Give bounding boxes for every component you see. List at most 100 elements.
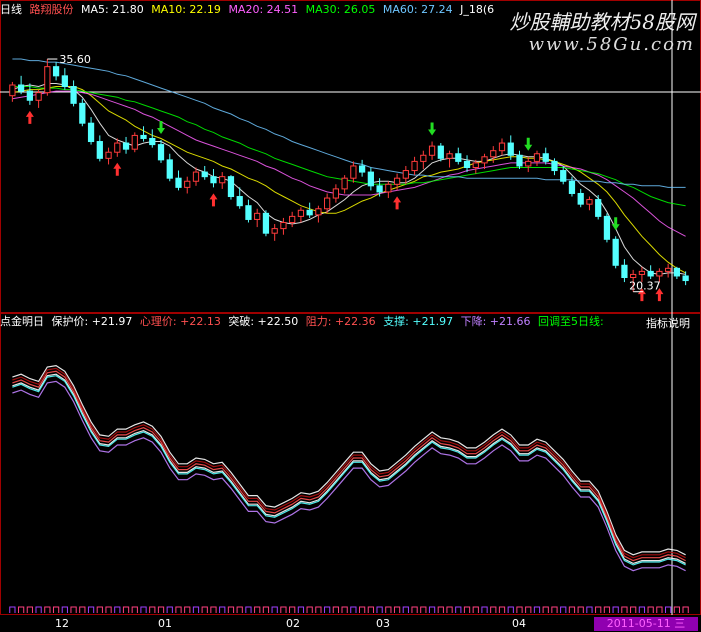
signal-strip-mark [577,606,584,613]
candle-body [533,153,541,162]
signal-strip-mark [140,606,147,613]
indicator-explain-button[interactable]: 指标说明 [646,315,690,331]
candle-body [17,84,25,92]
buy-arrow-icon [25,110,34,124]
signal-strip-mark [245,606,252,613]
x-tick-label: 04 [512,617,526,630]
candle-body [149,137,156,146]
signal-strip-mark [236,606,243,613]
signal-strip-mark [210,606,217,613]
signal-strip-mark [463,606,471,613]
candle-body [289,215,296,223]
signal-strip-mark [201,606,208,613]
candle-body [393,177,401,185]
signal-strip-mark [227,606,235,613]
signal-strip-mark [87,606,95,613]
signal-strip-mark [105,606,112,613]
signal-strip-mark [114,606,121,613]
signal-strip-mark [324,606,331,613]
candle-body [324,197,331,210]
candle-body [44,66,51,94]
signal-strip-mark [52,606,60,613]
candle-body [131,134,138,150]
signal-strip-mark [280,606,287,613]
signal-strip-mark [341,606,348,613]
signal-strip-mark [192,606,200,613]
signal-strip-mark [673,606,681,613]
ma60-readout: MA60: 27.24 [382,3,453,16]
signal-strip-mark [271,606,278,613]
candle-body [411,160,418,172]
ma-line-ma60 [12,58,686,188]
candle-body [184,180,191,188]
signal-strip-mark [332,606,340,613]
candle-body [385,183,392,193]
candle-body [472,162,479,169]
signal-strip-mark [490,606,497,613]
signal-strip-mark [428,606,436,613]
candle-body [192,171,200,182]
x-tick-label: 02 [286,617,300,630]
signal-strip-mark [411,606,418,613]
signal-strip-mark [630,606,637,613]
period-label[interactable]: 日线 [0,3,22,16]
signal-strip-mark [306,606,313,613]
signal-strip-mark [455,606,462,613]
candle-body [245,205,252,220]
signal-strip-mark [184,606,191,613]
candle-body [114,142,121,153]
psych-price: 心理价: +22.13 [139,315,221,328]
signal-strip-mark [26,606,33,613]
ma-line-ma20 [12,90,686,237]
signal-strip-mark [254,606,261,613]
signal-strip-mark [131,606,138,613]
candle-body [516,154,523,167]
signal-strip-mark [350,606,357,613]
signal-strip-mark [638,606,646,613]
indicator-chart [9,313,689,615]
candle-body [463,160,471,168]
signal-strip-mark [175,606,182,613]
candle-body [551,160,558,172]
signal-strip-mark [560,606,567,613]
candle-body [612,238,619,266]
signal-strip-mark [44,606,51,613]
signal-strip-mark [376,606,383,613]
signal-strip-mark [315,606,322,613]
candle-body [682,275,689,282]
candle-body [420,154,427,162]
signal-strip-mark [533,606,541,613]
signal-strip-mark [297,606,305,613]
signal-strip-mark [647,606,654,613]
signal-strip-mark [525,606,532,613]
candle-body [358,165,366,173]
signal-strip-mark [665,606,672,613]
resist-price: 阻力: +22.36 [305,315,376,328]
x-tick-label: 01 [158,617,172,630]
signal-strip-mark [358,606,366,613]
signal-strip-mark [262,606,270,613]
signal-strip-mark [17,606,25,613]
indicator-line [12,380,686,572]
candle-body [428,145,436,156]
candle-body [603,215,611,240]
signal-strip-mark [367,606,374,613]
candle-body [490,150,497,158]
candle-body [297,209,305,217]
price-header: 日线 路翔股份 MA5: 21.80 MA10: 22.19 MA20: 24.… [0,2,498,18]
signal-strip-mark [385,606,392,613]
candle-body [586,199,593,205]
candle-body [341,177,348,190]
buy-arrow-icon [393,196,402,210]
candle-body [157,144,165,161]
sell-arrow-icon [524,137,533,151]
sell-arrow-icon [428,122,437,136]
candle-body [9,84,16,97]
chart-window: 35.60 20.37 日线 路翔股份 MA5: 21.80 MA10: 22.1… [0,0,701,632]
signal-strip-mark [437,606,444,613]
x-tick-label: 03 [376,617,390,630]
buy-arrow-icon [209,193,218,207]
signal-strip-mark [507,606,514,613]
candle-body [166,159,173,179]
signal-strip-mark [289,606,296,613]
